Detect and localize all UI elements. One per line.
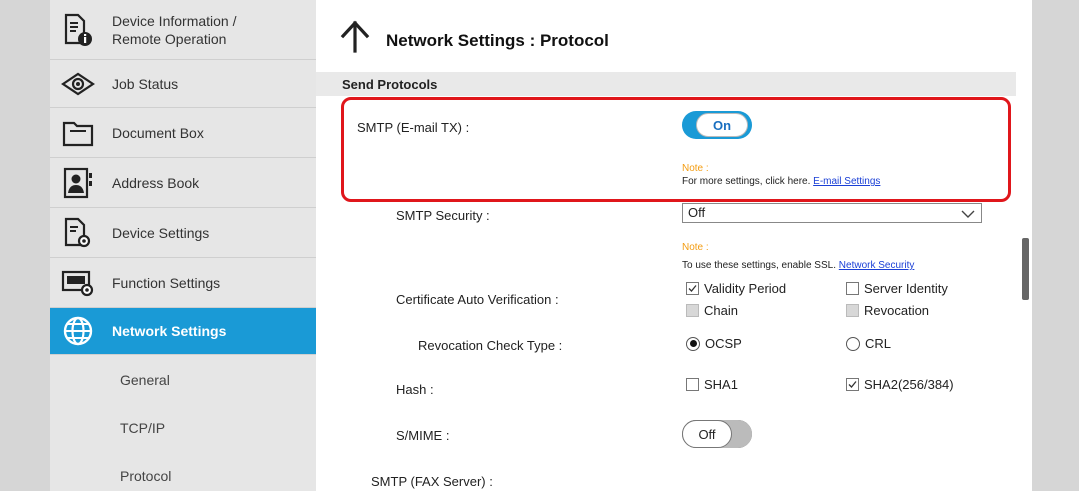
smime-label: S/MIME : bbox=[396, 428, 450, 443]
network-globe-icon bbox=[60, 313, 96, 349]
sidebar-item-label: Document Box bbox=[112, 124, 204, 141]
sidebar-item-device-settings[interactable]: Device Settings bbox=[50, 208, 316, 258]
job-status-icon bbox=[60, 66, 96, 102]
chain-checkbox[interactable]: Chain bbox=[686, 303, 738, 318]
sidebar-item-label: Address Book bbox=[112, 174, 200, 191]
sidebar-item-label: Job Status bbox=[112, 75, 179, 92]
sidebar-item-document-box[interactable]: Document Box bbox=[50, 108, 316, 158]
chevron-down-icon bbox=[961, 206, 975, 224]
server-identity-checkbox[interactable]: Server Identity bbox=[846, 281, 948, 296]
right-frame bbox=[1032, 0, 1079, 491]
sidebar-item-label: Device Information / Remote Operation bbox=[112, 12, 237, 47]
device-info-icon bbox=[60, 12, 96, 48]
smtp-security-select[interactable]: Off bbox=[682, 203, 982, 223]
checkbox-label: SHA1 bbox=[704, 377, 738, 392]
function-settings-icon bbox=[60, 265, 96, 301]
sidebar-subitem-tcpip[interactable]: TCP/IP bbox=[50, 404, 316, 452]
note-label: Note : bbox=[682, 242, 709, 253]
checkbox-label: Revocation bbox=[864, 303, 930, 318]
select-value: Off bbox=[688, 205, 706, 220]
sidebar-item-function-settings[interactable]: Function Settings bbox=[50, 258, 316, 308]
smime-toggle[interactable]: Off bbox=[682, 420, 752, 448]
sidebar-subitem-general[interactable]: General bbox=[50, 356, 316, 404]
sha2-checkbox[interactable]: SHA2(256/384) bbox=[846, 377, 954, 392]
checkbox-box bbox=[686, 378, 699, 391]
sidebar-subitem-label: TCP/IP bbox=[120, 420, 166, 436]
up-arrow-icon[interactable] bbox=[340, 20, 370, 59]
address-book-icon bbox=[60, 165, 96, 201]
sidebar-item-label: Device Settings bbox=[112, 224, 210, 241]
sidebar-item-label: Function Settings bbox=[112, 274, 221, 291]
page-title: Network Settings : Protocol bbox=[386, 31, 609, 50]
hash-label: Hash : bbox=[396, 382, 434, 397]
highlight-box bbox=[341, 97, 1011, 202]
radio-dot bbox=[689, 340, 697, 347]
checkbox-label: Validity Period bbox=[704, 281, 787, 296]
checkbox-label: Server Identity bbox=[864, 281, 948, 296]
document-box-icon bbox=[60, 115, 96, 151]
sidebar-item-network-settings[interactable]: Network Settings bbox=[50, 308, 316, 355]
sha1-checkbox[interactable]: SHA1 bbox=[686, 377, 738, 392]
checkbox-label: Chain bbox=[704, 303, 738, 318]
sidebar-item-address-book[interactable]: Address Book bbox=[50, 158, 316, 208]
left-frame bbox=[0, 0, 50, 491]
smtp-fax-label: SMTP (FAX Server) : bbox=[371, 474, 493, 489]
sidebar-subitem-label: Protocol bbox=[120, 468, 172, 484]
crl-radio[interactable]: CRL bbox=[846, 336, 891, 351]
sidebar-item-device-information[interactable]: Device Information / Remote Operation bbox=[50, 0, 316, 60]
section-title: Send Protocols bbox=[342, 77, 438, 92]
checkbox-box bbox=[846, 378, 859, 391]
note-text: To use these settings, enable SSL. Netwo… bbox=[682, 260, 914, 271]
sidebar-item-label: Network Settings bbox=[112, 323, 227, 339]
checkbox-box bbox=[846, 282, 859, 295]
device-settings-icon bbox=[60, 215, 96, 251]
sidebar-subitem-protocol[interactable]: Protocol bbox=[50, 452, 316, 500]
validity-period-checkbox[interactable]: Validity Period bbox=[686, 281, 786, 296]
ocsp-radio[interactable]: OCSP bbox=[686, 336, 742, 351]
network-security-link[interactable]: Network Security bbox=[839, 260, 915, 271]
checkbox-label: SHA2(256/384) bbox=[864, 377, 954, 392]
sidebar: Device Information / Remote Operation Jo… bbox=[50, 0, 316, 491]
radio-label: OCSP bbox=[705, 336, 742, 351]
radio-circle bbox=[686, 336, 700, 351]
checkbox-box bbox=[686, 304, 699, 317]
smtp-security-label: SMTP Security : bbox=[396, 208, 490, 223]
title-bar: Network Settings : Protocol bbox=[316, 0, 1016, 76]
scrollbar[interactable] bbox=[1022, 238, 1029, 300]
revocation-checkbox[interactable]: Revocation bbox=[846, 303, 929, 318]
section-header: Send Protocols bbox=[316, 72, 1016, 96]
sidebar-item-job-status[interactable]: Job Status bbox=[50, 60, 316, 108]
checkbox-box bbox=[846, 304, 859, 317]
checkbox-box bbox=[686, 282, 699, 295]
toggle-state: Off bbox=[682, 420, 732, 448]
cert-verification-label: Certificate Auto Verification : bbox=[396, 292, 559, 307]
note-text-body: To use these settings, enable SSL. bbox=[682, 260, 839, 271]
radio-label: CRL bbox=[865, 336, 892, 351]
main-panel: Network Settings : Protocol Send Protoco… bbox=[316, 0, 1029, 491]
revocation-check-label: Revocation Check Type : bbox=[418, 338, 563, 353]
sidebar-subitem-label: General bbox=[120, 372, 170, 388]
radio-circle bbox=[846, 336, 860, 351]
